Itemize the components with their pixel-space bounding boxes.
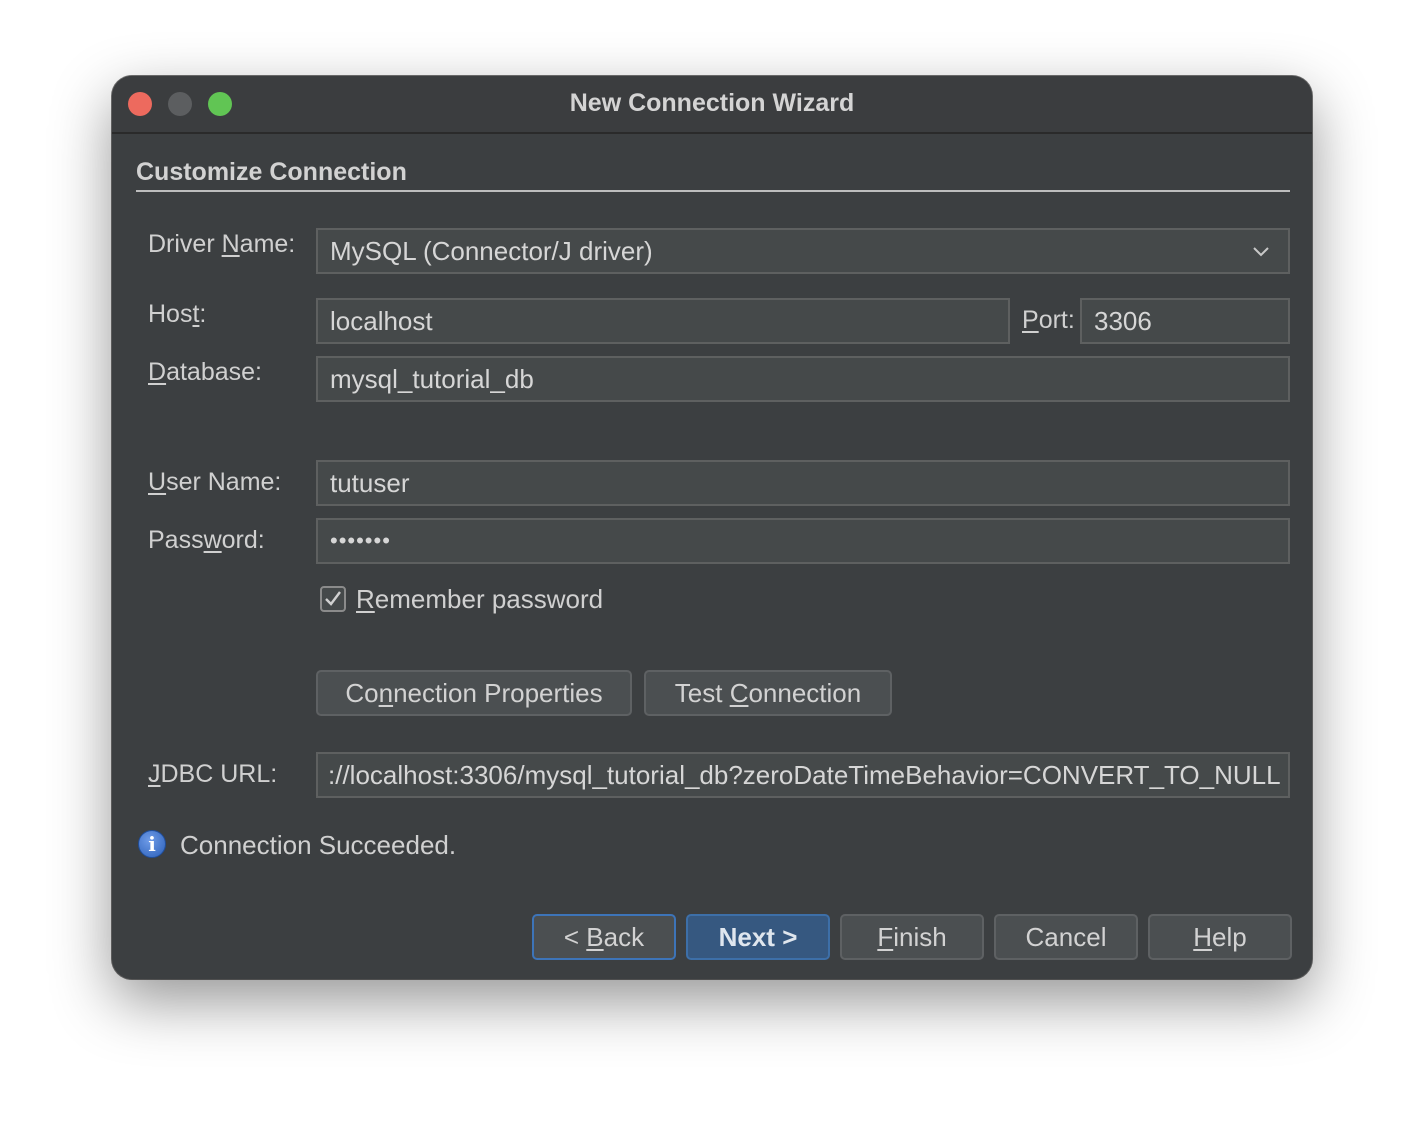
host-input[interactable]: localhost: [316, 298, 1010, 344]
back-button[interactable]: < Back: [532, 914, 676, 960]
info-icon: i: [138, 830, 166, 858]
status-message: Connection Succeeded.: [180, 830, 457, 860]
connection-properties-button[interactable]: Connection Properties: [316, 670, 632, 716]
dialog-window: New Connection Wizard Customize Connecti…: [112, 76, 1312, 979]
host-label: Host:: [148, 300, 207, 328]
driver-name-dropdown[interactable]: MySQL (Connector/J driver): [316, 228, 1290, 274]
next-button[interactable]: Next >: [686, 914, 830, 960]
finish-button[interactable]: Finish: [840, 914, 984, 960]
port-input[interactable]: 3306: [1080, 298, 1290, 344]
title-bar: New Connection Wizard: [112, 76, 1312, 134]
help-button[interactable]: Help: [1148, 914, 1292, 960]
password-label: Password:: [148, 526, 265, 554]
database-label: Database:: [148, 358, 262, 386]
section-title: Customize Connection: [136, 158, 407, 186]
checkmark-icon: [325, 591, 341, 606]
remember-password-label[interactable]: Remember password: [356, 584, 603, 615]
window-title: New Connection Wizard: [569, 89, 855, 117]
driver-name-value: MySQL (Connector/J driver): [330, 236, 653, 266]
section-divider: [136, 190, 1290, 192]
cancel-button[interactable]: Cancel: [994, 914, 1138, 960]
username-input[interactable]: tutuser: [316, 460, 1290, 506]
jdbc-url-label: JDBC URL:: [148, 760, 278, 788]
test-connection-button[interactable]: Test Connection: [644, 670, 892, 716]
remember-password-checkbox[interactable]: [320, 586, 346, 612]
chevron-down-icon: [1253, 247, 1269, 257]
username-label: User Name:: [148, 468, 282, 496]
jdbc-url-field[interactable]: ://localhost:3306/mysql_tutorial_db?zero…: [316, 752, 1290, 798]
password-input[interactable]: •••••••: [316, 518, 1290, 564]
port-label: Port:: [1022, 306, 1075, 334]
database-input[interactable]: mysql_tutorial_db: [316, 356, 1290, 402]
driver-name-label: Driver Name:: [148, 230, 296, 258]
